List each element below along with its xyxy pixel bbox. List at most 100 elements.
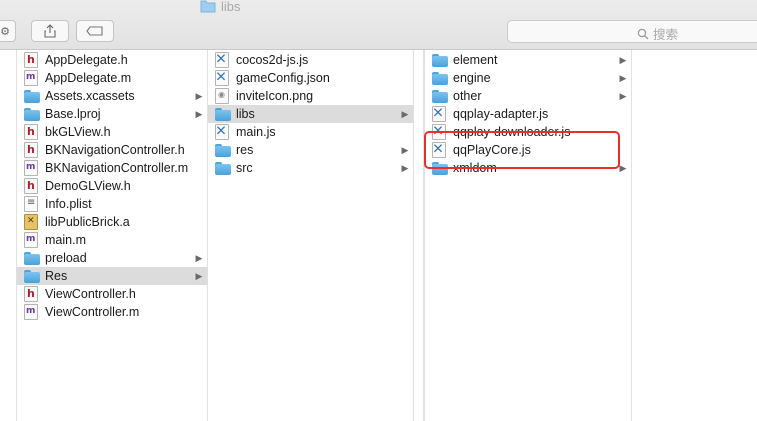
file-row[interactable]: BKNavigationController.h xyxy=(17,141,207,159)
column-res[interactable]: cocos2d-js.js gameConfig.json inviteIcon.p… xyxy=(208,50,414,421)
file-name: ViewController.h xyxy=(45,287,136,301)
js-file-icon xyxy=(432,106,446,122)
file-row[interactable]: gameConfig.json xyxy=(208,69,413,87)
m-file-icon xyxy=(24,70,38,86)
file-name: ViewController.m xyxy=(45,305,140,319)
file-name: Res xyxy=(45,269,68,283)
file-row[interactable]: element ▶ xyxy=(425,51,631,69)
file-name: main.m xyxy=(45,233,86,247)
h-file-icon xyxy=(24,52,38,68)
tag-icon xyxy=(86,26,103,36)
file-row[interactable]: AppDelegate.h xyxy=(17,51,207,69)
chevron-right-icon: ▶ xyxy=(619,90,627,101)
file-row[interactable]: DemoGLView.h xyxy=(17,177,207,195)
file-name: bkGLView.h xyxy=(45,125,111,139)
png-file-icon xyxy=(215,88,229,104)
file-row[interactable]: Assets.xcassets ▶ xyxy=(17,87,207,105)
file-row[interactable]: cocos2d-js.js xyxy=(208,51,413,69)
chevron-right-icon: ▶ xyxy=(195,108,203,119)
js-file-icon xyxy=(215,124,229,140)
js-file-icon xyxy=(215,70,229,86)
folder-icon xyxy=(200,0,216,13)
file-name: cocos2d-js.js xyxy=(236,53,309,67)
file-row[interactable]: bkGLView.h xyxy=(17,123,207,141)
column-empty[interactable] xyxy=(632,50,757,421)
m-file-icon xyxy=(24,232,38,248)
file-row[interactable]: other ▶ xyxy=(425,87,631,105)
folder-icon xyxy=(432,70,448,86)
file-row[interactable]: Res ▶ xyxy=(17,267,207,285)
column-libs[interactable]: element▶engine▶other▶qqplay-adapter.jsqq… xyxy=(424,50,632,421)
file-row[interactable]: libPublicBrick.a xyxy=(17,213,207,231)
h-file-icon xyxy=(24,124,38,140)
folder-icon xyxy=(432,52,448,68)
file-row[interactable]: libs ▶ xyxy=(208,105,413,123)
file-row[interactable]: ViewController.m xyxy=(17,303,207,321)
file-row[interactable]: src ▶ xyxy=(208,159,413,177)
file-name: res xyxy=(236,143,254,157)
file-row[interactable]: preload ▶ xyxy=(17,249,207,267)
h-file-icon xyxy=(24,178,38,194)
m-file-icon xyxy=(24,160,38,176)
chevron-right-icon: ▶ xyxy=(401,162,409,173)
file-row[interactable]: inviteIcon.png xyxy=(208,87,413,105)
file-row[interactable]: AppDelegate.m xyxy=(17,69,207,87)
view-options-button[interactable]: ⚙ xyxy=(0,20,16,42)
file-name: Info.plist xyxy=(45,197,92,211)
file-row[interactable]: main.js xyxy=(208,123,413,141)
file-name: inviteIcon.png xyxy=(236,89,314,103)
tag-button[interactable] xyxy=(76,20,114,42)
red-highlight-box xyxy=(424,131,620,169)
folder-icon xyxy=(215,142,231,158)
file-row[interactable]: engine ▶ xyxy=(425,69,631,87)
chevron-right-icon: ▶ xyxy=(619,54,627,65)
file-name: DemoGLView.h xyxy=(45,179,131,193)
file-name: Assets.xcassets xyxy=(45,89,135,103)
chevron-right-icon: ▶ xyxy=(195,90,203,101)
search-icon xyxy=(637,28,649,39)
archive-file-icon xyxy=(24,214,38,230)
file-row[interactable]: main.m xyxy=(17,231,207,249)
search-placeholder: 搜索 xyxy=(653,28,679,42)
column-project[interactable]: AppDelegate.h AppDelegate.m Assets.xcasset… xyxy=(17,50,208,421)
column-previous[interactable] xyxy=(0,50,17,421)
folder-icon xyxy=(24,88,40,104)
column-divider[interactable] xyxy=(414,50,424,421)
chevron-right-icon: ▶ xyxy=(195,270,203,281)
folder-icon xyxy=(432,88,448,104)
file-row[interactable]: BKNavigationController.m xyxy=(17,159,207,177)
chevron-right-icon: ▶ xyxy=(619,72,627,83)
file-name: qqplay-adapter.js xyxy=(453,107,549,121)
file-name: other xyxy=(453,89,482,103)
folder-icon xyxy=(24,268,40,284)
file-name: engine xyxy=(453,71,491,85)
js-file-icon xyxy=(215,52,229,68)
folder-icon xyxy=(24,106,40,122)
file-row[interactable]: ViewController.h xyxy=(17,285,207,303)
share-button[interactable] xyxy=(31,20,69,42)
file-row[interactable]: qqplay-adapter.js xyxy=(425,105,631,123)
file-name: BKNavigationController.m xyxy=(45,161,189,175)
window-title: libs xyxy=(200,0,241,15)
file-row[interactable]: res ▶ xyxy=(208,141,413,159)
file-row[interactable]: Base.lproj ▶ xyxy=(17,105,207,123)
share-icon xyxy=(44,24,56,38)
file-name: libs xyxy=(236,107,255,121)
chevron-right-icon: ▶ xyxy=(195,252,203,263)
m-file-icon xyxy=(24,304,38,320)
file-row[interactable]: Info.plist xyxy=(17,195,207,213)
h-file-icon xyxy=(24,286,38,302)
search-field[interactable]: 搜索 xyxy=(507,20,757,43)
chevron-right-icon: ▶ xyxy=(401,144,409,155)
h-file-icon xyxy=(24,142,38,158)
file-name: main.js xyxy=(236,125,276,139)
file-name: element xyxy=(453,53,498,67)
file-name: AppDelegate.h xyxy=(45,53,128,67)
plist-file-icon xyxy=(24,196,38,212)
folder-icon xyxy=(215,160,231,176)
file-name: src xyxy=(236,161,253,175)
file-name: libPublicBrick.a xyxy=(45,215,130,229)
file-name: AppDelegate.m xyxy=(45,71,132,85)
folder-icon xyxy=(24,250,40,266)
file-name: BKNavigationController.h xyxy=(45,143,185,157)
